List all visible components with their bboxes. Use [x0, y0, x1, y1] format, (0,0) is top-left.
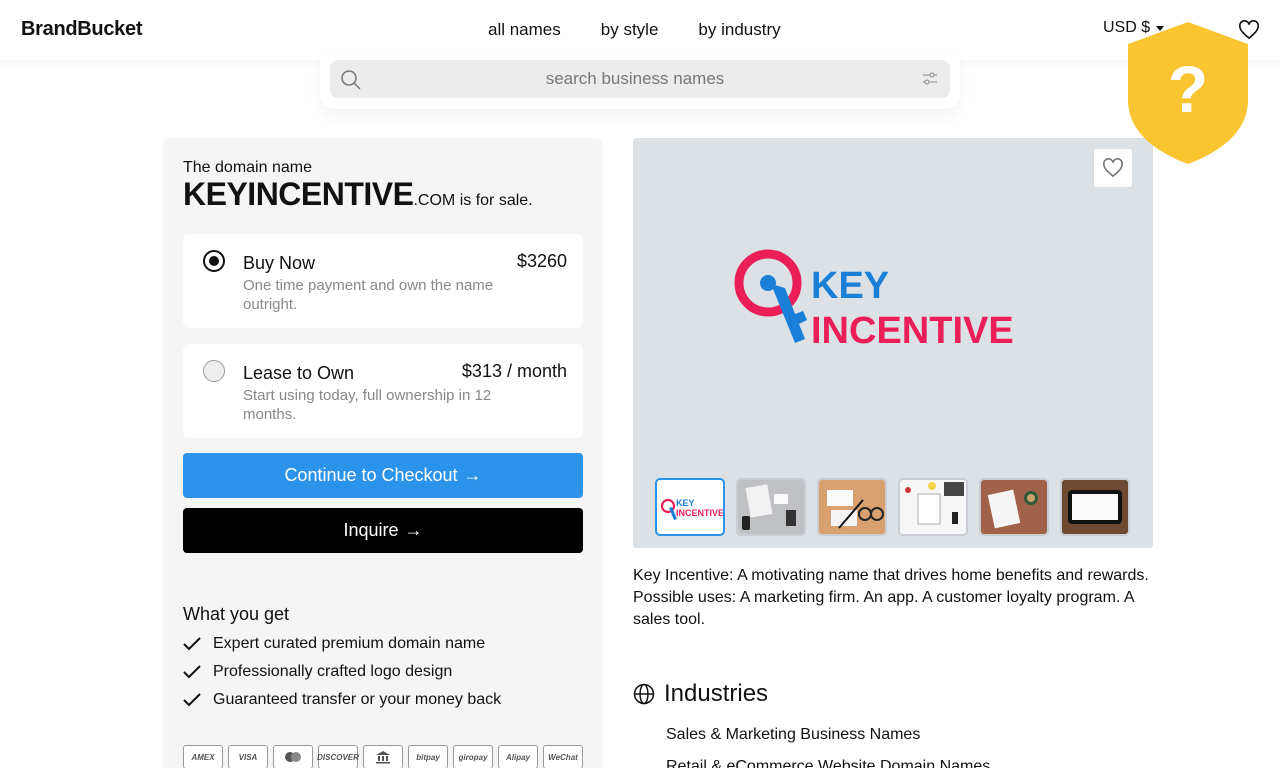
bitpay-icon: bitpay — [408, 745, 448, 768]
nav-by-industry[interactable]: by industry — [698, 20, 780, 40]
thumbnail-mockup-notebook[interactable] — [898, 478, 968, 536]
benefit-text: Guaranteed transfer or your money back — [213, 691, 502, 708]
shield-glyph: ? — [1168, 52, 1208, 126]
what-you-get-heading: What you get — [183, 604, 290, 624]
arrow-right-icon: → — [463, 465, 482, 485]
thumbnail-strip: KEY INCENTIVE — [655, 478, 1130, 536]
option-title: Buy Now — [243, 253, 316, 273]
benefits-list: Expert curated premium domain name Profe… — [183, 630, 501, 714]
thumbnail-logo[interactable]: KEY INCENTIVE — [655, 478, 725, 536]
visa-icon: VISA — [228, 745, 268, 768]
site-header: BrandBucket all names by style by indust… — [0, 0, 1280, 60]
site-logo[interactable]: BrandBucket — [21, 18, 142, 41]
bank-icon — [363, 745, 403, 768]
check-icon — [183, 665, 201, 679]
purchase-panel: The domain name KEYINCENTIVE.COM is for … — [163, 138, 603, 768]
nav-by-style[interactable]: by style — [601, 20, 659, 40]
globe-icon — [633, 683, 655, 705]
logo-text-line2: INCENTIVE — [811, 310, 1014, 352]
search-input[interactable] — [370, 60, 900, 98]
radio-lease-to-own[interactable] — [203, 360, 225, 382]
industry-link-sales-marketing[interactable]: Sales & Marketing Business Names — [666, 726, 920, 744]
option-description: One time payment and own the name outrig… — [243, 277, 494, 313]
option-price: $313 / month — [461, 361, 567, 381]
domain-title: KEYINCENTIVE.COM is for sale. — [183, 176, 533, 213]
heart-icon — [1103, 158, 1123, 178]
sliders-icon[interactable] — [922, 71, 938, 87]
main-nav: all names by style by industry — [488, 20, 781, 40]
list-item: Guaranteed transfer or your money back — [183, 686, 501, 714]
domain-suffix: is for sale. — [455, 192, 533, 209]
list-item: Expert curated premium domain name — [183, 630, 501, 658]
continue-to-checkout-button[interactable]: Continue to Checkout → — [183, 453, 583, 498]
industry-link-retail-ecommerce[interactable]: Retail & eCommerce Website Domain Names — [666, 758, 990, 768]
amex-icon: AMEX — [183, 745, 223, 768]
mastercard-icon — [273, 745, 313, 768]
option-buy-now[interactable]: Buy Now $3260 One time payment and own t… — [183, 234, 583, 328]
thumbnail-mockup-tablet[interactable] — [1060, 478, 1130, 536]
option-title: Lease to Own — [243, 363, 355, 383]
checkout-label: Continue to Checkout — [284, 465, 458, 485]
option-lease-to-own[interactable]: Lease to Own $313 / month Start using to… — [183, 344, 583, 438]
option-price: $3260 — [516, 251, 567, 271]
benefit-text: Expert curated premium domain name — [213, 635, 486, 652]
check-icon — [183, 693, 201, 707]
inquire-button[interactable]: Inquire → — [183, 508, 583, 553]
industries-heading: Industries — [633, 680, 768, 708]
domain-description: Key Incentive: A motivating name that dr… — [633, 567, 1149, 628]
logo-text-line1: KEY — [811, 265, 889, 307]
logo-preview: KEY INCENTIVE KEY INCENTIVE — [633, 138, 1153, 548]
option-description: Start using today, full ownership in 12 … — [243, 387, 492, 423]
thumbnail-mockup-cards[interactable] — [817, 478, 887, 536]
benefit-text: Professionally crafted logo design — [213, 663, 453, 680]
discover-icon: DISCOVER — [317, 745, 359, 768]
radio-buy-now[interactable] — [203, 250, 225, 272]
search-icon[interactable] — [340, 69, 362, 91]
check-icon — [183, 637, 201, 651]
wechat-icon: WeChat — [543, 745, 583, 768]
thumb-logo-line2: INCENTIVE — [676, 508, 723, 518]
industries-title: Industries — [664, 680, 769, 707]
shield-question-icon[interactable]: ? — [1126, 20, 1250, 166]
list-item: Professionally crafted logo design — [183, 658, 501, 686]
search-container — [320, 55, 960, 109]
key-icon — [734, 249, 807, 343]
giropay-icon: giropay — [453, 745, 493, 768]
payment-methods: AMEX VISA DISCOVER bitpay giropay Alipay… — [183, 745, 583, 768]
nav-all-names[interactable]: all names — [488, 20, 561, 40]
thumbnail-mockup-paper[interactable] — [979, 478, 1049, 536]
inquire-label: Inquire — [343, 520, 399, 540]
brand-logo: KEY INCENTIVE — [734, 249, 1014, 352]
domain-tld: .COM — [413, 192, 456, 209]
thumb-logo-line1: KEY — [676, 498, 695, 508]
arrow-right-icon: → — [404, 520, 423, 540]
alipay-icon: Alipay — [498, 745, 538, 768]
domain-intro: The domain name — [183, 159, 312, 176]
domain-name: KEYINCENTIVE — [183, 176, 414, 212]
thumbnail-mockup-desk[interactable] — [736, 478, 806, 536]
search-bar — [330, 60, 950, 98]
